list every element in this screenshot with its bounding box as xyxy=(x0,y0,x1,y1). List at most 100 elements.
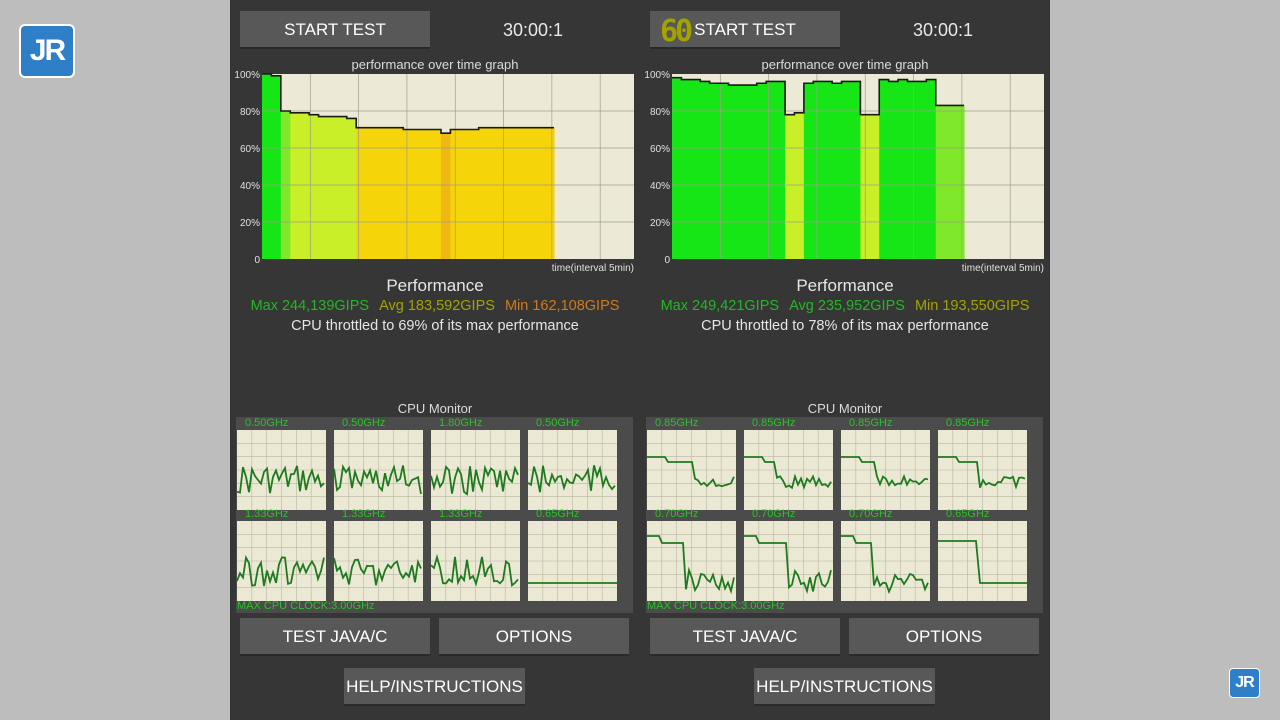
cpu-monitor-title: CPU Monitor xyxy=(807,401,883,416)
cpu-core-plot xyxy=(744,430,833,510)
performance-bar xyxy=(756,83,767,259)
performance-bar xyxy=(926,79,937,259)
cpu-core-frequency: 0.50GHz xyxy=(536,417,580,429)
performance-bar xyxy=(337,116,348,259)
cpu-core-frequency: 0.50GHz xyxy=(245,417,289,429)
y-tick-label: 60% xyxy=(650,144,670,155)
cpu-core-frequency: 1.80GHz xyxy=(439,417,483,429)
performance-bar xyxy=(356,127,367,260)
cpu-core-frequency: 1.33GHz xyxy=(439,508,483,520)
y-tick-label: 100% xyxy=(644,70,670,81)
performance-bar xyxy=(709,83,720,259)
max-cpu-clock: MAX CPU CLOCK:3.00GHz xyxy=(237,600,375,612)
performance-bar xyxy=(431,129,442,259)
performance-bar xyxy=(535,127,546,260)
jr-logo-small: JR xyxy=(1229,668,1260,698)
performance-bar xyxy=(488,127,499,260)
performance-bar xyxy=(681,79,692,259)
performance-bar xyxy=(700,81,711,260)
max-performance: Max 249,421GIPS xyxy=(660,298,780,314)
cpu-core-graph xyxy=(237,430,326,510)
performance-bar xyxy=(822,81,833,260)
cpu-core-plot xyxy=(431,521,520,601)
performance-bar xyxy=(916,81,927,260)
test-pane-left: START TEST 30:00:1 performance over time… xyxy=(230,0,640,720)
cpu-core-frequency: 0.85GHz xyxy=(752,417,796,429)
cpu-core-graph xyxy=(744,521,833,601)
cpu-core-graph xyxy=(431,430,520,510)
performance-bar xyxy=(393,127,404,260)
performance-bar xyxy=(478,127,489,260)
test-java-c-button[interactable]: TEST JAVA/C xyxy=(650,618,840,656)
performance-bar xyxy=(775,81,786,260)
performance-bar xyxy=(290,112,301,259)
cpu-core-frequency: 0.70GHz xyxy=(849,508,893,520)
performance-title: Performance xyxy=(386,276,484,295)
performance-bar xyxy=(690,79,701,259)
cpu-core-frequency: 0.85GHz xyxy=(849,417,893,429)
y-tick-label: 100% xyxy=(234,70,260,81)
performance-bar xyxy=(271,75,282,259)
throttle-summary: CPU throttled to 69% of its max performa… xyxy=(291,318,579,334)
x-axis-label: time(interval 5min) xyxy=(552,263,634,274)
cpu-core-graph xyxy=(334,430,423,510)
cpu-core-frequency: 1.33GHz xyxy=(342,508,386,520)
performance-bar xyxy=(412,129,423,259)
options-button[interactable]: OPTIONS xyxy=(849,618,1039,656)
cpu-core-frequency: 0.65GHz xyxy=(536,508,580,520)
jr-logo: JR xyxy=(19,24,75,78)
cpu-core-plot xyxy=(744,521,833,601)
performance-bar xyxy=(403,129,414,259)
help-instructions-button[interactable]: HELP/INSTRUCTIONS xyxy=(344,668,525,706)
performance-bar xyxy=(299,112,310,259)
performance-bar xyxy=(888,81,899,260)
y-tick-label: 20% xyxy=(240,218,260,229)
performance-title: Performance xyxy=(796,276,894,295)
performance-bar xyxy=(375,127,386,260)
performance-bar xyxy=(327,116,338,259)
performance-graph: 100% 80% 60% 40% 20% 0 time(interval 5min) xyxy=(234,70,634,274)
performance-bar xyxy=(832,83,843,259)
options-button[interactable]: OPTIONS xyxy=(439,618,629,656)
test-timer: 30:00:1 xyxy=(913,20,974,40)
fps-counter: 60 xyxy=(660,14,693,49)
performance-bar xyxy=(497,127,508,260)
performance-bar xyxy=(544,127,555,260)
cpu-core-plot xyxy=(237,430,326,510)
performance-bar xyxy=(813,81,824,260)
min-performance: Min 162,108GIPS xyxy=(504,298,620,314)
cpu-core-plot xyxy=(841,430,930,510)
min-performance: Min 193,550GIPS xyxy=(914,298,1030,314)
cpu-core-frequency: 0.65GHz xyxy=(946,508,990,520)
cpu-core-graph xyxy=(841,430,930,510)
test-timer: 30:00:1 xyxy=(503,20,564,40)
help-instructions-button[interactable]: HELP/INSTRUCTIONS xyxy=(754,668,935,706)
avg-performance: Avg 183,592GIPS xyxy=(379,298,495,314)
performance-bar xyxy=(672,77,683,259)
start-test-button[interactable]: START TEST xyxy=(240,11,430,49)
cpu-core-graph xyxy=(237,521,326,601)
cpu-core-frequency: 0.50GHz xyxy=(342,417,386,429)
cpu-core-plot xyxy=(841,521,930,601)
cpu-core-graph xyxy=(938,521,1027,601)
avg-performance: Avg 235,952GIPS xyxy=(789,298,905,314)
cpu-core-plot xyxy=(938,430,1027,510)
cpu-core-plot xyxy=(647,430,736,510)
performance-bar xyxy=(766,81,777,260)
y-tick-label: 80% xyxy=(650,107,670,118)
cpu-core-plot xyxy=(431,430,520,510)
cpu-core-frequency: 1.33GHz xyxy=(245,508,289,520)
performance-bar xyxy=(440,133,451,259)
performance-bar xyxy=(841,81,852,260)
test-java-c-button[interactable]: TEST JAVA/C xyxy=(240,618,430,656)
performance-bar xyxy=(869,114,880,259)
cpu-core-plot xyxy=(528,521,617,601)
y-tick-label: 40% xyxy=(650,181,670,192)
performance-bar xyxy=(469,129,480,259)
test-pane-right: START TEST 30:00:1 60 performance over t… xyxy=(640,0,1050,720)
performance-bar xyxy=(935,105,946,259)
performance-bar xyxy=(346,118,357,260)
cpu-core-graph xyxy=(431,521,520,601)
y-tick-label: 60% xyxy=(240,144,260,155)
cpu-core-graph xyxy=(841,521,930,601)
